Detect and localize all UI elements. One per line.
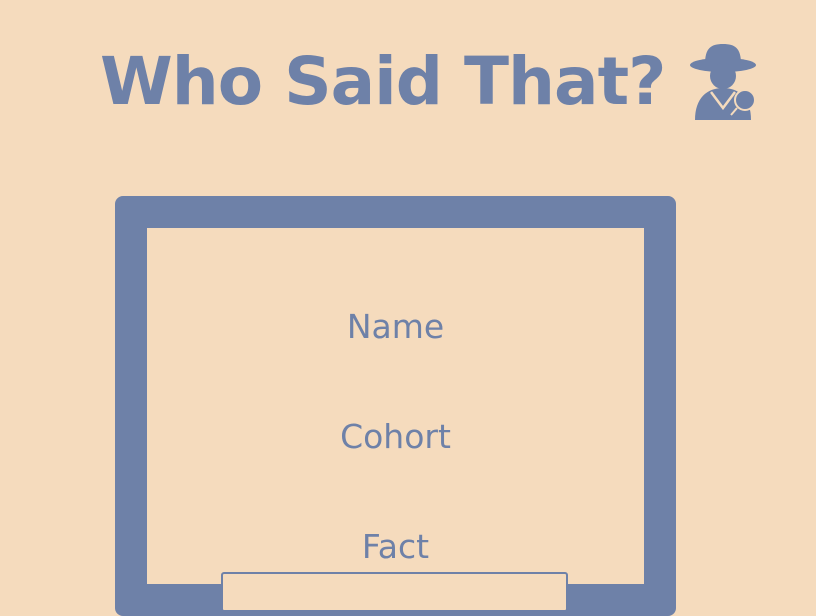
detective-icon [690,44,757,120]
fact-label: Fact [361,527,430,566]
cohort-label: Cohort [340,417,451,456]
form-card: Name Cohort Fact [115,196,676,616]
fact-input[interactable] [221,572,568,612]
form-card-inner: Name Cohort Fact [147,228,644,612]
page-header: Who Said That? [100,40,761,124]
name-label: Name [346,307,445,346]
page-title: Who Said That? [100,43,666,120]
